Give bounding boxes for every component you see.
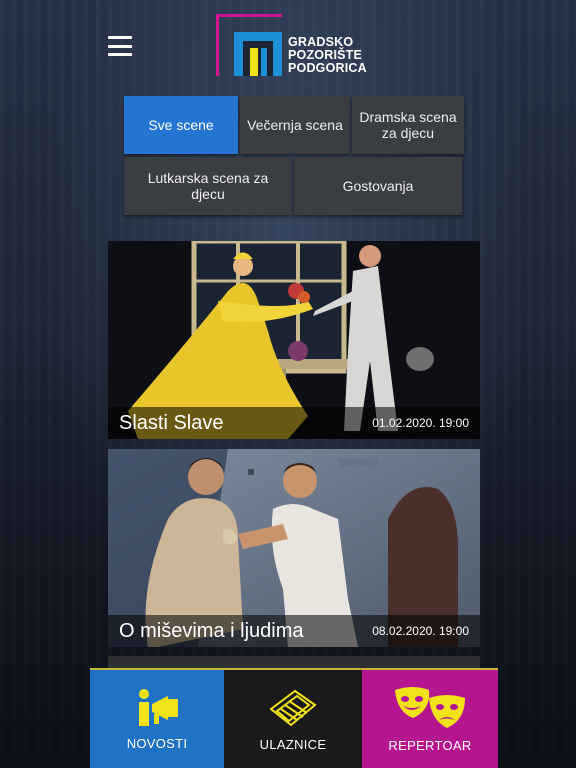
show-title: O miševima i ljudima xyxy=(119,619,304,642)
theatre-masks-icon xyxy=(395,686,465,728)
hamburger-menu-icon[interactable] xyxy=(108,36,132,56)
tab-news[interactable]: NOVOSTI xyxy=(90,670,224,768)
tab-repertoire[interactable]: REPERTOAR xyxy=(362,670,498,768)
megaphone-info-icon xyxy=(139,688,178,726)
bottom-tab-bar: NOVOSTI ULAZNICE REPERTOAR xyxy=(90,668,498,768)
show-title: Slasti Slave xyxy=(119,411,224,434)
scene-filters: Sve scene Večernja scena Dramska scena z… xyxy=(124,96,464,218)
logo-mark-icon xyxy=(234,32,282,76)
logo-line-3: PODGORICA xyxy=(288,61,367,75)
show-card[interactable]: O miševima i ljudima 08.02.2020. 19:00 xyxy=(108,449,480,647)
tab-repertoire-label: REPERTOAR xyxy=(388,737,472,753)
filter-drama-for-kids[interactable]: Dramska scena za djecu xyxy=(352,96,464,154)
show-date: 08.02.2020. 19:00 xyxy=(372,624,469,638)
filter-guest-performances[interactable]: Gostovanja xyxy=(294,157,462,215)
filter-puppet-scene[interactable]: Lutkarska scena za djecu xyxy=(124,157,292,215)
filter-all-scenes[interactable]: Sve scene xyxy=(124,96,238,154)
show-caption: Slasti Slave 01.02.2020. 19:00 xyxy=(108,407,480,439)
show-date: 01.02.2020. 19:00 xyxy=(372,416,469,430)
tab-news-label: NOVOSTI xyxy=(126,735,188,751)
logo-text: GRADSKO POZORIŠTE PODGORICA xyxy=(288,36,367,75)
tab-tickets[interactable]: ULAZNICE xyxy=(224,670,362,768)
show-caption: O miševima i ljudima 08.02.2020. 19:00 xyxy=(108,615,480,647)
tab-tickets-label: ULAZNICE xyxy=(259,736,327,752)
theatre-logo: GRADSKO POZORIŠTE PODGORICA xyxy=(216,14,386,80)
filter-evening-scene[interactable]: Večernja scena xyxy=(240,96,350,154)
show-card[interactable]: Slasti Slave 01.02.2020. 19:00 xyxy=(108,241,480,439)
tickets-icon xyxy=(269,689,317,726)
